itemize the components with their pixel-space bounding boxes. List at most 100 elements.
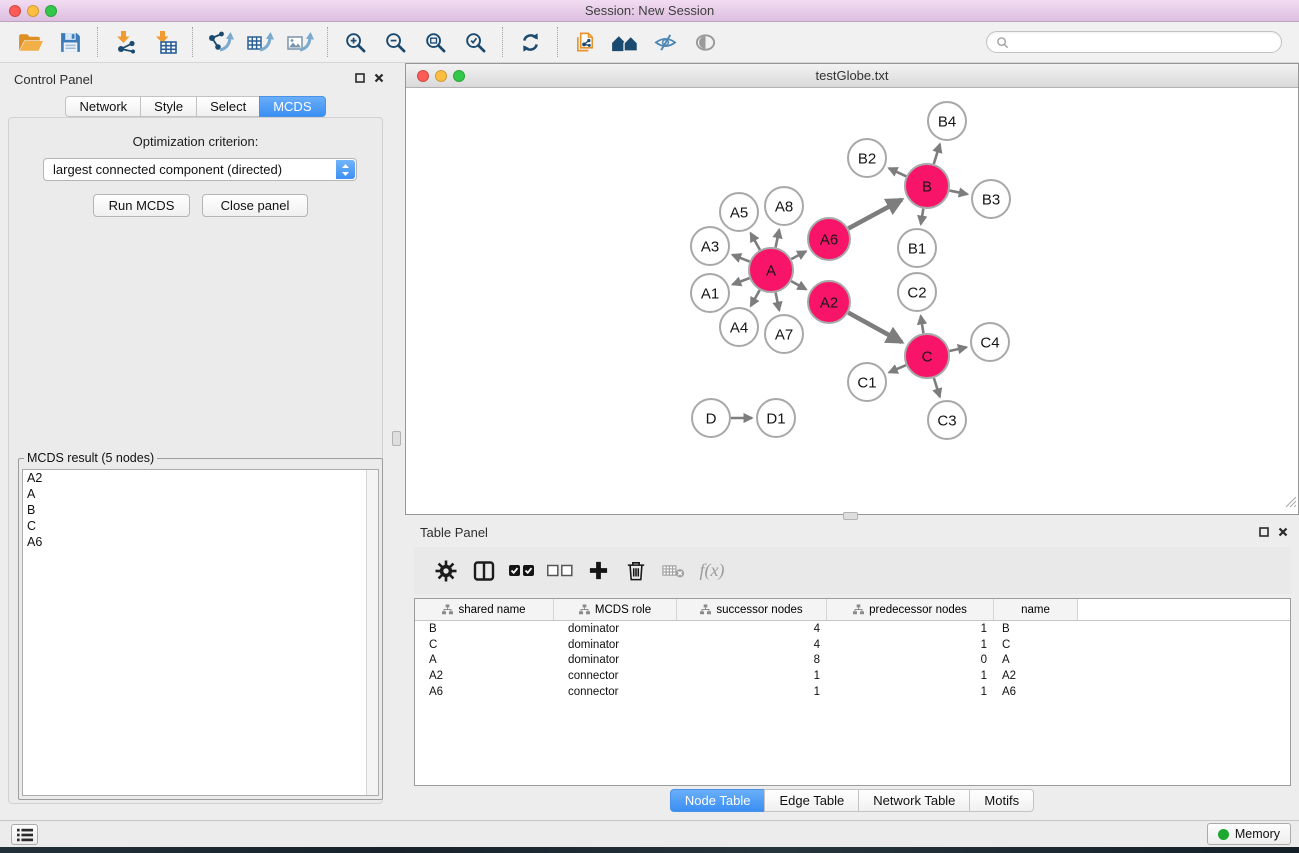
graph-node-C[interactable]: C <box>905 334 949 378</box>
open-session-button[interactable] <box>10 25 50 59</box>
net-zoom-traffic-light[interactable] <box>453 70 465 82</box>
graph-edge-A-A8[interactable] <box>776 230 780 248</box>
graph-node-A3[interactable]: A3 <box>691 227 729 265</box>
graph-node-A[interactable]: A <box>749 248 793 292</box>
run-mcds-button[interactable]: Run MCDS <box>93 194 190 217</box>
graph-edge-A-A4[interactable] <box>751 290 760 306</box>
graph-edge-A-A6[interactable] <box>791 251 806 259</box>
zoom-in-button[interactable] <box>335 25 375 59</box>
graph-node-A7[interactable]: A7 <box>765 315 803 353</box>
apply-layout-button[interactable] <box>510 25 550 59</box>
graph-node-A6[interactable]: A6 <box>808 218 850 260</box>
export-network-button[interactable] <box>200 25 240 59</box>
graph-edge-A-A3[interactable] <box>732 255 749 262</box>
graph-edge-B-B1[interactable] <box>921 209 924 225</box>
graph-edge-C-C1[interactable] <box>889 365 906 372</box>
new-network-from-selection-button[interactable] <box>565 25 605 59</box>
select-all-button[interactable] <box>503 552 541 590</box>
search-box[interactable] <box>986 31 1282 53</box>
panel-splitter-vertical[interactable] <box>391 63 405 819</box>
close-panel-icon[interactable] <box>372 71 386 85</box>
table-float-panel-icon[interactable] <box>1257 525 1271 539</box>
zoom-fit-button[interactable] <box>415 25 455 59</box>
search-input[interactable] <box>1015 35 1272 49</box>
tab-style[interactable]: Style <box>140 96 196 117</box>
first-neighbors-button[interactable] <box>605 25 645 59</box>
graph-node-C4[interactable]: C4 <box>971 323 1009 361</box>
graph-edge-A-A1[interactable] <box>733 278 750 284</box>
graph-edge-B-B4[interactable] <box>934 144 940 164</box>
memory-button[interactable]: Memory <box>1207 823 1291 845</box>
graph-edge-B-B2[interactable] <box>889 168 906 176</box>
zoom-out-button[interactable] <box>375 25 415 59</box>
graph-node-B3[interactable]: B3 <box>972 180 1010 218</box>
close-traffic-light[interactable] <box>9 5 21 17</box>
column-header-shared-name[interactable]: shared name <box>415 599 554 620</box>
table-row[interactable]: Adominator80A <box>415 652 1290 668</box>
graph-node-B4[interactable]: B4 <box>928 102 966 140</box>
table-row[interactable]: Bdominator41B <box>415 621 1290 637</box>
tab-node-table[interactable]: Node Table <box>670 789 765 812</box>
tab-network-table[interactable]: Network Table <box>858 789 969 812</box>
graph-node-A4[interactable]: A4 <box>720 308 758 346</box>
graph-edge-A2-C[interactable] <box>848 313 902 343</box>
graph-node-A8[interactable]: A8 <box>765 187 803 225</box>
tab-motifs[interactable]: Motifs <box>969 789 1034 812</box>
graph-edge-A-A2[interactable] <box>791 281 806 289</box>
mcds-result-item[interactable]: C <box>23 518 378 534</box>
tab-network[interactable]: Network <box>65 96 140 117</box>
column-header-predecessor-nodes[interactable]: predecessor nodes <box>827 599 994 620</box>
graph-node-B1[interactable]: B1 <box>898 229 936 267</box>
gear-button[interactable] <box>427 552 465 590</box>
tab-edge-table[interactable]: Edge Table <box>764 789 858 812</box>
show-all-button[interactable] <box>685 25 725 59</box>
graph-edge-A-A5[interactable] <box>751 233 760 250</box>
close-panel-button[interactable]: Close panel <box>202 194 308 217</box>
column-header-name[interactable]: name <box>994 599 1078 620</box>
column-header-successor-nodes[interactable]: successor nodes <box>677 599 827 620</box>
deselect-all-button[interactable] <box>541 552 579 590</box>
mcds-result-item[interactable]: A2 <box>23 470 378 486</box>
mcds-result-item[interactable]: B <box>23 502 378 518</box>
table-row[interactable]: A2connector11A2 <box>415 668 1290 684</box>
window-resize-grip[interactable] <box>1284 495 1297 513</box>
splitter-grip[interactable] <box>392 431 401 446</box>
columns-button[interactable] <box>465 552 503 590</box>
graph-edge-B-B3[interactable] <box>950 191 968 195</box>
graph-node-B[interactable]: B <box>905 164 949 208</box>
export-table-button[interactable] <box>240 25 280 59</box>
graph-node-B2[interactable]: B2 <box>848 139 886 177</box>
result-list-scrollbar[interactable] <box>366 470 378 795</box>
table-close-panel-icon[interactable] <box>1276 525 1290 539</box>
import-network-button[interactable] <box>105 25 145 59</box>
graph-edge-A6-B[interactable] <box>848 200 901 229</box>
graph-node-D1[interactable]: D1 <box>757 399 795 437</box>
graph-node-C3[interactable]: C3 <box>928 401 966 439</box>
import-table-button[interactable] <box>145 25 185 59</box>
mcds-result-item[interactable]: A6 <box>23 534 378 550</box>
table-row[interactable]: A6connector11A6 <box>415 684 1290 700</box>
net-minimize-traffic-light[interactable] <box>435 70 447 82</box>
mcds-result-item[interactable]: A <box>23 486 378 502</box>
zoom-traffic-light[interactable] <box>45 5 57 17</box>
tab-mcds[interactable]: MCDS <box>259 96 325 117</box>
graph-node-A1[interactable]: A1 <box>691 274 729 312</box>
minimize-traffic-light[interactable] <box>27 5 39 17</box>
tab-select[interactable]: Select <box>196 96 259 117</box>
graph-edge-C-C4[interactable] <box>949 347 966 351</box>
graph-edge-C-C3[interactable] <box>934 378 940 397</box>
zoom-selected-button[interactable] <box>455 25 495 59</box>
float-panel-icon[interactable] <box>353 71 367 85</box>
add-row-button[interactable] <box>579 552 617 590</box>
graph-node-C1[interactable]: C1 <box>848 363 886 401</box>
task-history-button[interactable] <box>11 824 38 845</box>
export-image-button[interactable] <box>280 25 320 59</box>
network-canvas[interactable]: AA1A2A3A4A5A6A7A8BB1B2B3B4CC1C2C3C4DD1 <box>406 88 1298 514</box>
graph-node-A5[interactable]: A5 <box>720 193 758 231</box>
graph-edge-A-A7[interactable] <box>776 293 780 311</box>
graph-node-A2[interactable]: A2 <box>808 281 850 323</box>
save-session-button[interactable] <box>50 25 90 59</box>
net-close-traffic-light[interactable] <box>417 70 429 82</box>
graph-edge-C-C2[interactable] <box>921 316 924 333</box>
optimization-criterion-select[interactable]: largest connected component (directed) <box>43 158 357 181</box>
